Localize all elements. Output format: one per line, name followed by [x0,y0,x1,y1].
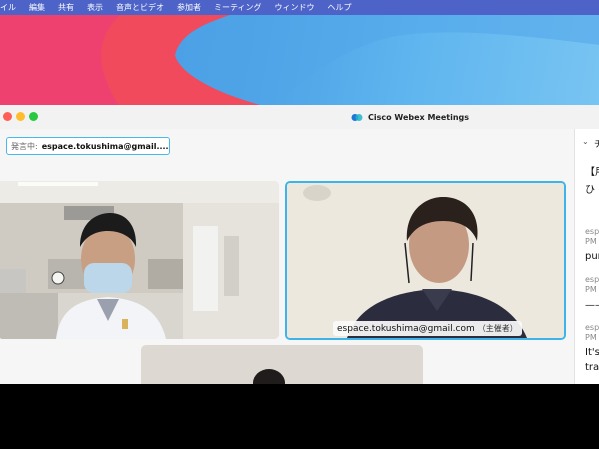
host-role: （主催者） [477,324,518,333]
menu-audio-video[interactable]: 音声とビデオ [116,2,164,13]
chat-message-3-sender: esp [585,323,599,332]
menu-meeting[interactable]: ミーティング [214,2,262,13]
menu-view[interactable]: 表示 [87,2,103,13]
chat-message-1-time: PM [585,237,597,246]
close-button[interactable] [3,112,12,121]
video-tile-participant-3[interactable] [141,345,423,384]
chat-message-2-time: PM [585,285,597,294]
menu-file[interactable]: イル [0,2,16,13]
video-tile-participant-1[interactable] [0,181,279,339]
window-title-text: Cisco Webex Meetings [368,112,470,122]
active-speaker-label: 発言中: [11,141,38,151]
window-titlebar: Cisco Webex Meetings [0,105,599,129]
active-speaker-name: espace.tokushima@gmail.... [41,141,169,151]
chat-message-2-text: —— [585,300,599,311]
minimize-button[interactable] [16,112,25,121]
chat-message-3-text-1: It's [585,347,599,358]
menu-share[interactable]: 共有 [58,2,74,13]
host-name-label: espace.tokushima@gmail.com （主催者） [333,321,522,336]
desktop-wallpaper [0,15,599,107]
chat-panel: ⌄ チ 【用 ひ esp PM pur esp PM —— esp PM It'… [574,129,599,384]
maximize-button[interactable] [29,112,38,121]
webex-window: Cisco Webex Meetings 発言中: espace.tokushi… [0,105,599,384]
menu-edit[interactable]: 編集 [29,2,45,13]
chat-line-2: ひ [585,185,595,196]
app-menubar: イル 編集 共有 表示 音声とビデオ 参加者 ミーティング ウィンドウ ヘルプ [0,0,599,15]
menu-participants[interactable]: 参加者 [177,2,201,13]
chevron-down-icon[interactable]: ⌄ [582,137,589,146]
window-title: Cisco Webex Meetings [351,110,469,124]
chat-message-3-text-2: trai [585,362,599,373]
menu-window[interactable]: ウィンドウ [275,2,315,13]
video-tile-host[interactable]: espace.tokushima@gmail.com （主催者） [285,181,566,340]
chat-line-1: 【用 [585,167,599,178]
chat-message-2-sender: esp [585,275,599,284]
chat-message-1-sender: esp [585,227,599,236]
webex-logo-icon [351,113,363,121]
menu-help[interactable]: ヘルプ [328,2,352,13]
active-speaker-indicator[interactable]: 発言中: espace.tokushima@gmail.... [6,137,170,155]
chat-header: チ [594,137,599,150]
chat-message-1-text: pur [585,251,599,262]
host-name: espace.tokushima@gmail.com [337,323,475,334]
chat-message-3-time: PM [585,333,597,342]
